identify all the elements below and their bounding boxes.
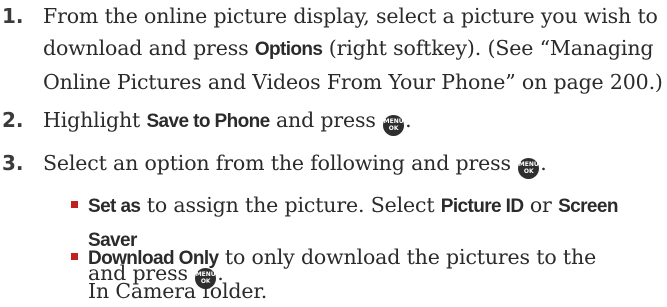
menu-ok-key-icon: MENU OK [383,115,405,136]
step-3: 3. Select an option from the following a… [0,147,667,181]
square-bullet-icon [71,201,78,208]
step-1: 1. From the online picture display, sele… [0,0,667,100]
step-2-text-2: and press [269,108,383,132]
option-set-as-text-2: or [523,193,559,217]
step-2-text: Highlight Save to Phone and press MENU OK… [43,104,663,138]
step-1-line-2-rest: (right softkey). (See “Managing [322,36,654,60]
option-download-only-text: Download Only to only download the pictu… [88,241,663,307]
step-1-line-3: Online Pictures and Videos From Your Pho… [43,66,663,98]
step-2-number: 2. [2,108,24,132]
menu-ok-icon-bottom-label: OK [523,168,534,175]
download-only-keyword: Download Only [88,248,219,269]
step-2-text-1: Highlight [43,108,147,132]
step-3-period: . [540,151,547,175]
option-set-as-text-1: to assign the picture. Select [140,193,441,217]
step-1-text: From the online picture display, select … [43,0,663,98]
options-keyword: Options [254,39,323,60]
option-download-only-text-1: to only download the pictures to the [218,245,597,269]
menu-ok-icon-bottom-label: OK [388,125,399,132]
step-1-line-3-text: Online Pictures and Videos From Your Pho… [43,70,663,94]
step-3-text-1: Select an option from the following and … [43,151,518,175]
menu-ok-icon-top-label: MENU [518,161,539,168]
step-1-number: 1. [2,4,24,28]
menu-ok-icon-top-label: MENU [383,118,404,125]
option-download-only-line-1: Download Only to only download the pictu… [88,241,663,275]
square-bullet-icon [71,253,78,260]
instruction-page: 1. From the online picture display, sele… [0,0,667,306]
save-to-phone-keyword: Save to Phone [146,111,270,132]
option-download-only-text-2: In Camera folder. [88,279,268,303]
step-2-period: . [405,108,412,132]
step-3-text: Select an option from the following and … [43,147,663,179]
step-1-line-1: From the online picture display, select … [43,0,663,32]
option-download-only-line-2: In Camera folder. [88,275,663,307]
step-2: 2. Highlight Save to Phone and press MEN… [0,104,667,138]
picture-id-keyword: Picture ID [440,196,524,217]
step-1-line-2: download and press Options (right softke… [43,32,663,66]
option-download-only: Download Only to only download the pictu… [0,241,667,307]
step-1-line-2-text: download and press [43,36,255,60]
step-3-number: 3. [2,151,24,175]
set-as-keyword: Set as [88,196,141,217]
menu-ok-key-icon: MENU OK [518,158,540,179]
step-1-line-1-text: From the online picture display, select … [43,4,658,28]
